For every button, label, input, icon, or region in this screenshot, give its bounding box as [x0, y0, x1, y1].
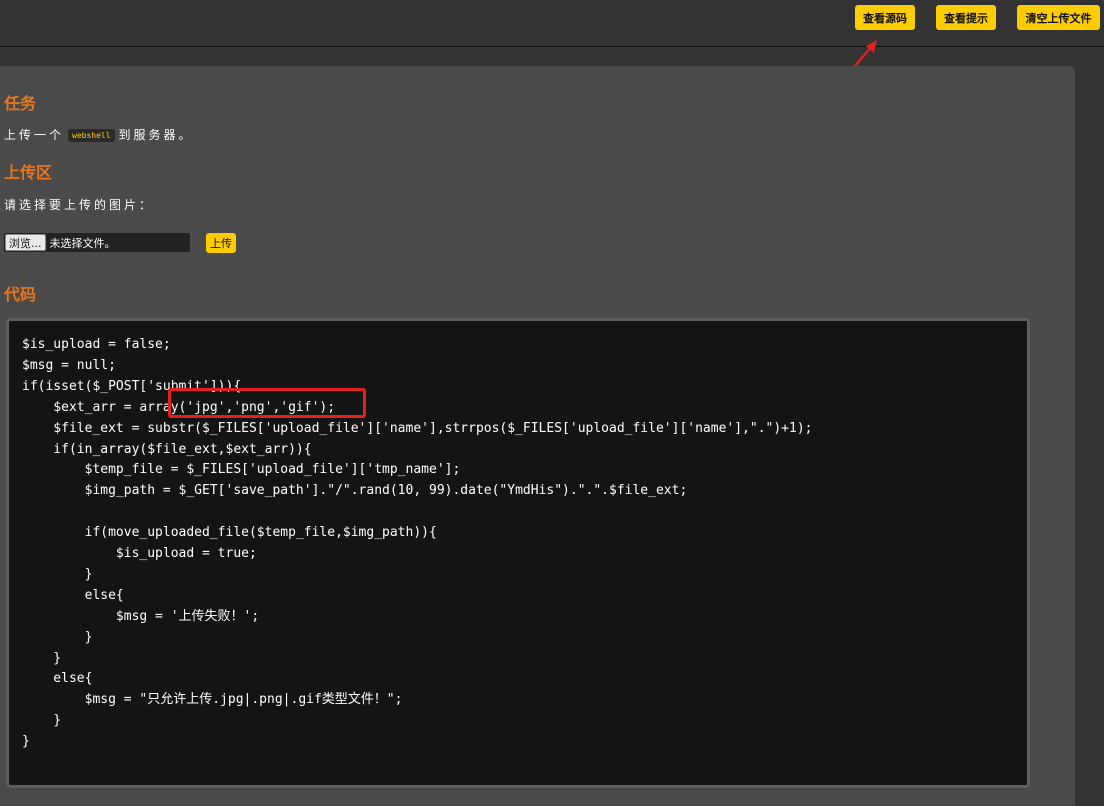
code-line: else{ — [22, 587, 124, 603]
view-source-button[interactable]: 查看源码 — [855, 5, 915, 30]
code-line: else{ — [22, 671, 93, 687]
code-line: $temp_file = $_FILES['upload_file']['tmp… — [22, 462, 461, 478]
upload-prompt: 请选择要上传的图片： — [4, 198, 155, 212]
view-hint-button[interactable]: 查看提示 — [936, 5, 996, 30]
code-line: } — [22, 566, 93, 582]
code-line: } — [22, 629, 93, 645]
task-text-before: 上传一个 — [4, 128, 65, 142]
file-input[interactable]: 浏览... 未选择文件。 — [4, 233, 190, 252]
code-line: if(move_uploaded_file($temp_file,$img_pa… — [22, 525, 437, 541]
code-line: $is_upload = true; — [22, 546, 257, 561]
code-line: } — [22, 734, 30, 750]
code-line: $is_upload = false; — [22, 337, 171, 352]
code-line: $img_path = $_GET['save_path']."/".rand(… — [22, 483, 688, 499]
upload-heading: 上传区 — [4, 163, 53, 182]
code-line: } — [22, 713, 62, 729]
code-line: if(in_array($file_ext,$ext_arr)){ — [22, 441, 312, 457]
code-line: $file_ext = substr($_FILES['upload_file'… — [22, 420, 813, 436]
file-status: 未选择文件。 — [49, 236, 116, 250]
upload-submit-button[interactable]: 上传 — [206, 233, 236, 253]
browse-button[interactable]: 浏览... — [5, 234, 46, 251]
code-line: $msg = null; — [22, 357, 116, 373]
webshell-code: webshell — [68, 129, 115, 142]
highlight-annotation-box — [168, 388, 366, 418]
code-line: $msg = '上传失败！'; — [22, 608, 260, 624]
task-heading: 任务 — [4, 94, 37, 113]
task-text-after: 到服务器。 — [118, 128, 194, 142]
task-description: 上传一个 webshell 到服务器。 — [4, 126, 194, 143]
code-line: $msg = "只允许上传.jpg|.png|.gif类型文件！"; — [22, 692, 403, 708]
clear-uploads-button[interactable]: 清空上传文件 — [1017, 5, 1100, 30]
code-line: } — [22, 650, 62, 666]
code-heading: 代码 — [4, 285, 37, 304]
